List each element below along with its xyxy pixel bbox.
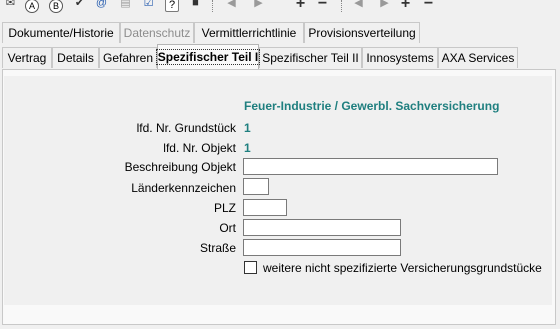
address-book-b-icon[interactable]: B — [49, 0, 63, 13]
ort-field[interactable] — [243, 219, 401, 236]
add-2-icon[interactable]: + — [398, 0, 413, 11]
tab-label: Dokumente/Historie — [8, 26, 114, 40]
checklist-icon[interactable]: ☑ — [141, 0, 156, 11]
plz-label: PLZ — [213, 201, 236, 215]
nav-left-icon[interactable]: ◀ — [224, 0, 239, 11]
tab-label: Details — [57, 51, 94, 65]
tab-spezifischer-teil-2[interactable]: Spezifischer Teil II — [259, 47, 362, 68]
tab-label: Vertrag — [7, 51, 47, 65]
remove-icon[interactable]: − — [315, 0, 330, 11]
tab-provisionsverteilung[interactable]: Provisionsverteilung — [304, 22, 420, 43]
tab-spezifischer-teil-1[interactable]: Spezifischer Teil I — [155, 44, 261, 69]
laenderkennzeichen-field[interactable] — [243, 178, 269, 195]
weitere-grundstuecke-label[interactable]: weitere nicht spezifizierte Versicherung… — [263, 261, 542, 275]
beschreibung-objekt-field[interactable] — [243, 158, 498, 175]
nav-right-icon[interactable]: ▶ — [251, 0, 266, 11]
lfd-grundstueck-label: lfd. Nr. Grundstück — [136, 121, 236, 135]
tab-label: Innosystems — [366, 51, 434, 65]
add-icon[interactable]: + — [293, 0, 308, 11]
print-icon[interactable]: ▤ — [118, 0, 133, 11]
laenderkennzeichen-label: Länderkennzeichen — [131, 181, 236, 195]
tab-axa-services[interactable]: AXA Services — [438, 47, 518, 68]
check-icon[interactable]: ✔ — [72, 0, 87, 11]
nav-right-2-icon[interactable]: ▶ — [377, 0, 392, 11]
tab-label: Provisionsverteilung — [308, 26, 416, 40]
remove-2-icon[interactable]: − — [421, 0, 436, 11]
tab-label: Vermittlerrichtlinie — [201, 26, 297, 40]
lfd-objekt-value: 1 — [244, 141, 251, 155]
tab-label: Spezifischer Teil I — [155, 49, 261, 65]
strasse-field[interactable] — [243, 239, 401, 256]
mail-icon[interactable]: ✉ — [3, 0, 18, 11]
tab-label: Spezifischer Teil II — [262, 51, 359, 65]
help-icon[interactable]: ? — [165, 0, 179, 12]
nav-left-2-icon[interactable]: ◀ — [351, 0, 366, 11]
address-book-icon[interactable]: A — [25, 0, 39, 13]
tab-vertrag[interactable]: Vertrag — [2, 47, 52, 68]
tab-vermittlerrichtlinie[interactable]: Vermittlerrichtlinie — [194, 22, 304, 43]
tab-label: AXA Services — [441, 51, 515, 65]
toolbar-separator — [212, 0, 214, 12]
plz-field[interactable] — [243, 199, 287, 216]
toolbar-separator-2 — [341, 0, 343, 12]
tab-details[interactable]: Details — [52, 47, 99, 68]
lfd-objekt-label: lfd. Nr. Objekt — [163, 141, 236, 155]
tab-gefahren[interactable]: Gefahren — [99, 47, 157, 68]
tab-dokumente-historie[interactable]: Dokumente/Historie — [2, 22, 120, 43]
at-icon[interactable]: @ — [94, 0, 109, 11]
section-title: Feuer-Industrie / Gewerbl. Sachversicher… — [244, 99, 500, 113]
tab-innosystems[interactable]: Innosystems — [362, 47, 438, 68]
weitere-grundstuecke-checkbox[interactable] — [244, 261, 257, 274]
tab-datenschutz: Datenschutz — [120, 22, 194, 43]
ort-label: Ort — [219, 221, 236, 235]
toolbar: ✉ A B ✔ @ ▤ ☑ ? ■ ◀ ▶ + − ◀ ▶ + − — [0, 0, 560, 14]
tab-label: Datenschutz — [123, 26, 191, 40]
tab-label: Gefahren — [102, 51, 154, 65]
beschreibung-objekt-label: Beschreibung Objekt — [124, 160, 236, 174]
lfd-grundstueck-value: 1 — [244, 121, 251, 135]
info-icon[interactable]: ■ — [188, 0, 203, 11]
strasse-label: Straße — [199, 241, 236, 255]
